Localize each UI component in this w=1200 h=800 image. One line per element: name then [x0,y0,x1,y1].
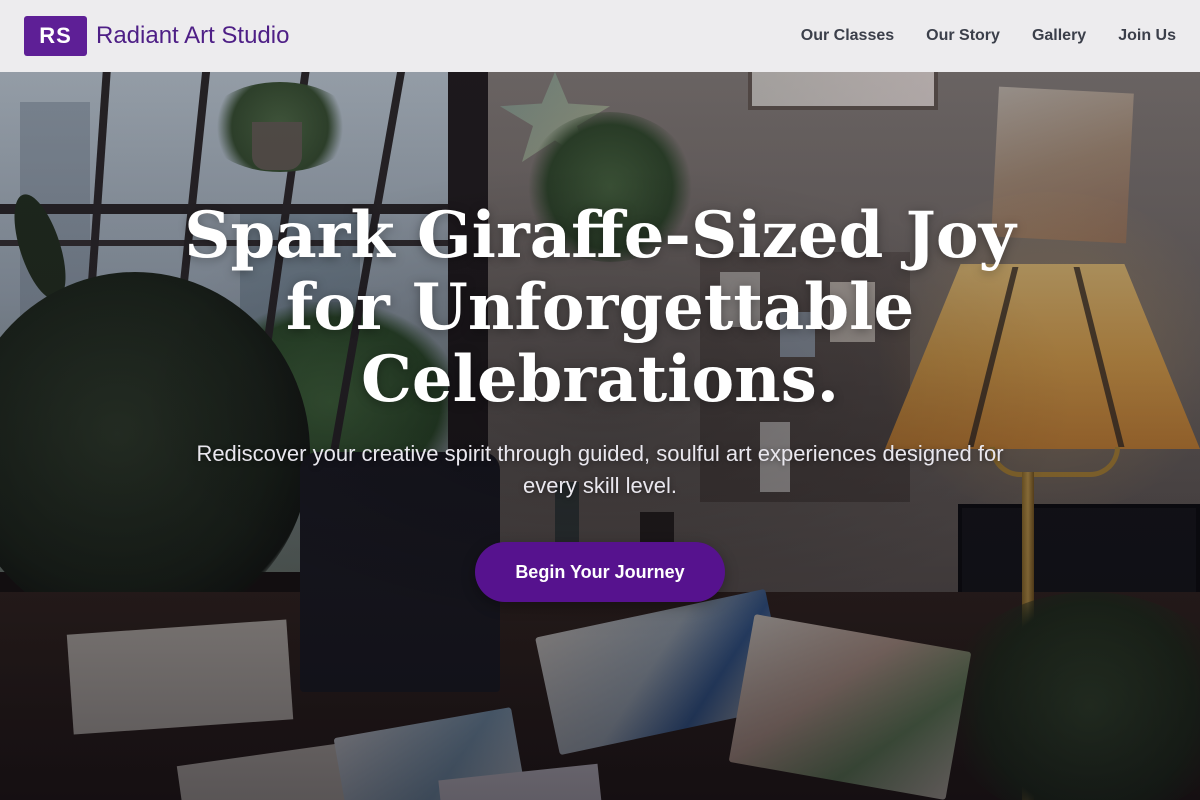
site-header: RS Radiant Art Studio Our Classes Our St… [0,0,1200,72]
hero-subtitle: Rediscover your creative spirit through … [196,441,1004,498]
main-nav: Our Classes Our Story Gallery Join Us [801,27,1176,45]
nav-link-gallery[interactable]: Gallery [1032,27,1086,45]
brand-logo-link[interactable]: RS Radiant Art Studio [24,16,289,56]
brand-name: Radiant Art Studio [96,22,290,49]
hero-section [0,72,1200,800]
nav-link-join-us[interactable]: Join Us [1118,27,1176,45]
logo-mark: RS [24,16,87,56]
begin-journey-button[interactable]: Begin Your Journey [475,542,725,602]
nav-link-our-classes[interactable]: Our Classes [801,27,894,45]
nav-link-our-story[interactable]: Our Story [926,27,1000,45]
hero-title: Spark Giraffe-Sized Joy for Unforgettabl… [184,198,1016,417]
